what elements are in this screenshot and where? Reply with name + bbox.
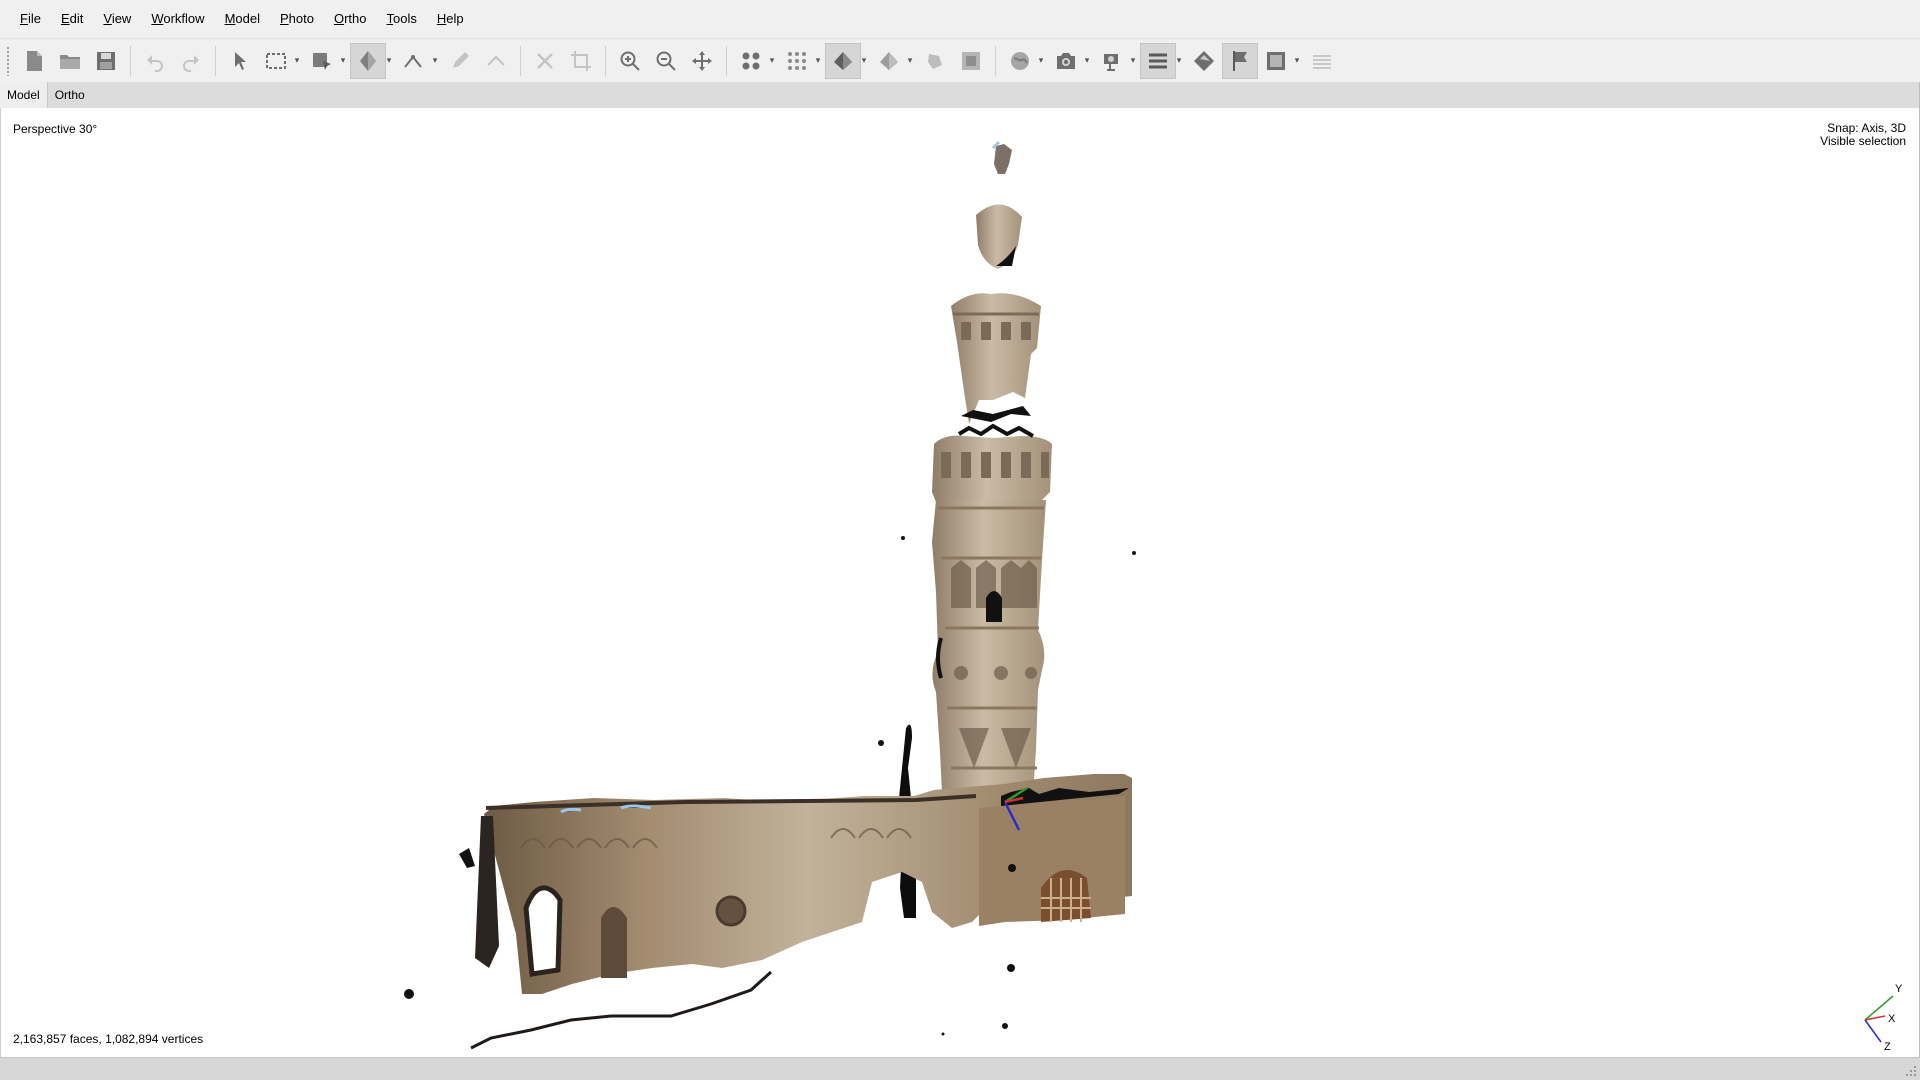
menu-photo[interactable]: Photo	[270, 0, 324, 38]
menu-help[interactable]: Help	[427, 0, 474, 38]
axis-triad: Y X Z	[1864, 983, 1903, 1053]
layers-button[interactable]	[1140, 42, 1176, 79]
toolbar-separator	[605, 45, 606, 76]
dense-cloud-icon	[788, 51, 806, 70]
shape-draw-button[interactable]	[304, 43, 340, 79]
zoom-in-button[interactable]	[612, 43, 648, 79]
redo-button[interactable]	[173, 43, 209, 79]
zoom-out-button[interactable]	[648, 43, 684, 79]
crop-button[interactable]	[563, 43, 599, 79]
axis-y-label: Y	[1895, 983, 1903, 995]
move-object-icon	[692, 50, 712, 71]
mesh-shaded-button[interactable]	[825, 42, 861, 79]
dense-cloud-button[interactable]	[779, 43, 815, 79]
ruler-button[interactable]	[396, 43, 432, 79]
delete-selection-button[interactable]	[527, 43, 563, 79]
toolbar-separator	[215, 45, 216, 76]
menu-workflow[interactable]: Workflow	[141, 0, 214, 38]
camera-button[interactable]	[1048, 43, 1084, 79]
resize-grip-icon[interactable]	[1904, 1064, 1918, 1078]
pencil-icon	[453, 51, 469, 68]
tiled-model-icon	[962, 51, 980, 70]
save-button[interactable]	[88, 43, 124, 79]
status-bar	[0, 1057, 1920, 1080]
menu-edit[interactable]: Edit	[51, 0, 93, 38]
rectangle-selection-icon	[266, 52, 286, 69]
new-document-icon	[27, 50, 42, 71]
point-cloud-button[interactable]	[733, 43, 769, 79]
axis-z-label: Z	[1884, 1041, 1891, 1053]
toolbar-separator	[520, 45, 521, 76]
orthomosaic-button[interactable]	[1002, 43, 1038, 79]
undo-button[interactable]	[137, 43, 173, 79]
menu-model[interactable]: Model	[215, 0, 270, 38]
image-overlay-button[interactable]	[1258, 43, 1294, 79]
crop-icon	[571, 50, 591, 71]
delete-selection-icon	[537, 52, 553, 69]
navigation-arrow-icon	[235, 51, 246, 70]
open-folder-button[interactable]	[52, 43, 88, 79]
draw-polyline-button[interactable]	[478, 43, 514, 79]
main-toolbar: ▾ ▾ ▾ ▾ ▾ ▾ ▾ ▾ ▾ ▾ ▾ ▾ ▾	[0, 38, 1920, 82]
model-view-mode-button[interactable]	[350, 42, 386, 79]
flag-button[interactable]	[1222, 42, 1258, 79]
polyline-icon	[487, 55, 505, 66]
redo-icon	[183, 54, 199, 72]
tab-ortho[interactable]: Ortho	[48, 82, 92, 108]
menu-file[interactable]: File	[10, 0, 51, 38]
region-icon	[1104, 53, 1118, 71]
camera-icon	[1057, 52, 1075, 69]
view-tabs: Model Ortho	[0, 82, 1920, 109]
stack-icon	[1313, 54, 1331, 69]
mesh-solid-button[interactable]	[871, 43, 907, 79]
axis-x-label: X	[1888, 1013, 1896, 1025]
texture-button[interactable]	[917, 43, 953, 79]
toolbar-separator	[130, 45, 131, 76]
flag-icon	[1233, 50, 1247, 71]
markers-icon	[1194, 50, 1214, 71]
toolbar-separator	[995, 45, 996, 76]
layers-icon	[1149, 53, 1167, 68]
move-object-button[interactable]	[684, 43, 720, 79]
menu-bar: File Edit View Workflow Model Photo Orth…	[0, 0, 1920, 38]
orthomosaic-icon	[1011, 51, 1029, 70]
save-icon	[97, 51, 115, 70]
image-overlay-icon	[1267, 51, 1285, 70]
point-cloud-icon	[742, 52, 760, 69]
draw-pencil-button[interactable]	[442, 43, 478, 79]
model-view-mode-icon	[360, 50, 376, 71]
ruler-icon	[404, 54, 422, 68]
undo-icon	[147, 54, 163, 72]
mosque-3d-model	[404, 140, 1136, 1050]
rectangle-selection-button[interactable]	[258, 43, 294, 79]
menu-view[interactable]: View	[93, 0, 141, 38]
zoom-out-icon	[656, 51, 676, 71]
new-document-button[interactable]	[16, 43, 52, 79]
zoom-in-icon	[620, 51, 640, 71]
mesh-solid-icon	[880, 51, 898, 70]
toolbar-separator	[726, 45, 727, 76]
mesh-stats-label: 2,163,857 faces, 1,082,894 vertices	[13, 1032, 204, 1046]
markers-button[interactable]	[1186, 43, 1222, 79]
texture-icon	[928, 53, 942, 69]
mesh-shaded-icon	[834, 51, 852, 70]
shape-draw-icon	[313, 52, 331, 70]
stack-button[interactable]	[1304, 43, 1340, 79]
menu-tools[interactable]: Tools	[377, 0, 427, 38]
navigation-button[interactable]	[222, 43, 258, 79]
tab-model[interactable]: Model	[0, 82, 48, 108]
model-viewport[interactable]: Perspective 30° Snap: Axis, 3D Visible s…	[0, 108, 1920, 1057]
open-folder-icon	[60, 54, 80, 69]
region-button[interactable]	[1094, 43, 1130, 79]
menu-ortho[interactable]: Ortho	[324, 0, 377, 38]
toolbar-grip[interactable]	[6, 45, 10, 76]
tiled-model-button[interactable]	[953, 43, 989, 79]
